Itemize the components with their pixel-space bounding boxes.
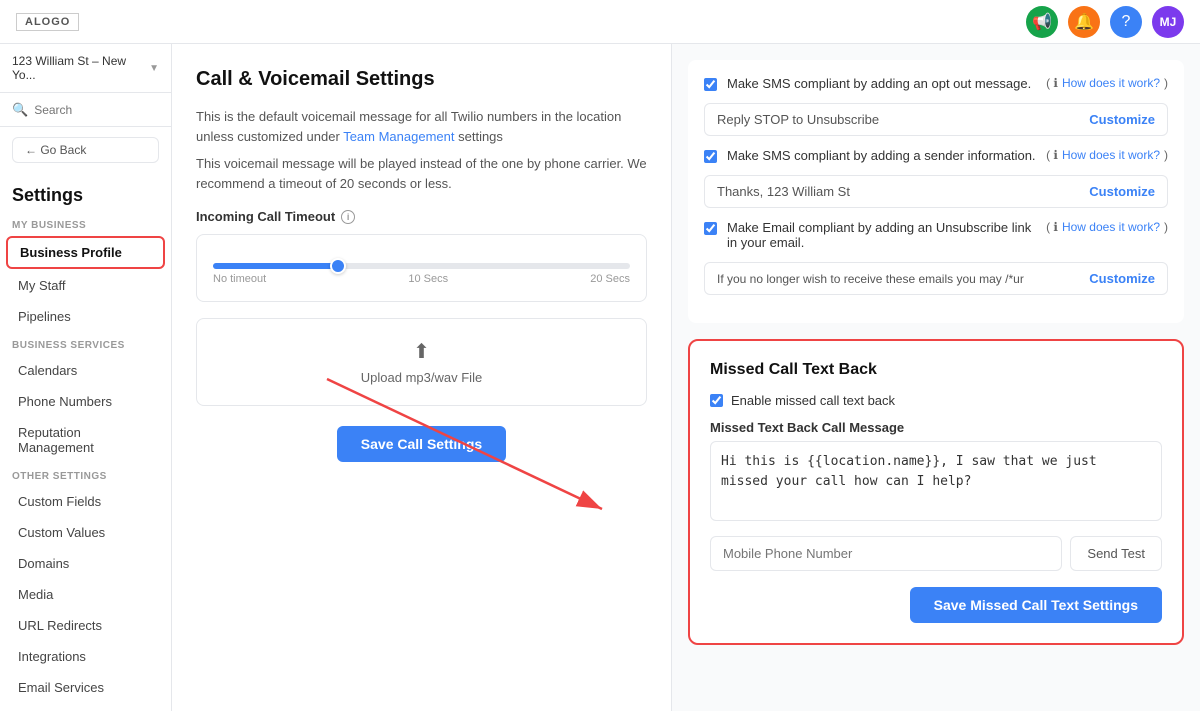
panel-desc-2: This voicemail message will be played in… — [196, 154, 647, 193]
sms-compliance-checkbox-1[interactable] — [704, 150, 717, 163]
sms-compliance-text-1: Make SMS compliant by adding a sender in… — [727, 148, 1036, 163]
sms-compliance-input-2[interactable] — [717, 272, 1089, 286]
sidebar-item-url-redirects[interactable]: URL Redirects — [6, 611, 165, 640]
how-does-it-work-link-1[interactable]: How does it work? — [1062, 148, 1160, 162]
sms-compliance-right-2: ( ℹ How does it work? ) — [1046, 220, 1168, 234]
customize-btn-2[interactable]: Customize — [1089, 271, 1155, 286]
settings-title: Settings — [0, 173, 171, 212]
search-icon: 🔍 — [12, 102, 28, 118]
sidebar-item-media[interactable]: Media — [6, 580, 165, 609]
sidebar-item-my-staff[interactable]: My Staff — [6, 271, 165, 300]
user-avatar[interactable]: MJ — [1152, 6, 1184, 38]
sidebar-item-email-services[interactable]: Email Services — [6, 673, 165, 702]
right-panel: Make SMS compliant by adding an opt out … — [672, 44, 1200, 711]
missed-call-enable-row: Enable missed call text back — [710, 393, 1162, 408]
send-test-button[interactable]: Send Test — [1070, 536, 1162, 571]
missed-call-message-label: Missed Text Back Call Message — [710, 420, 1162, 435]
topbar-icons: 📢 🔔 ? MJ — [1026, 6, 1184, 38]
missed-call-enable-label: Enable missed call text back — [731, 393, 895, 408]
timeout-thumb[interactable] — [330, 258, 346, 274]
sidebar: 123 William St – New Yo... ▼ 🔍 ⌘K ⚡ ← Go… — [0, 44, 172, 711]
save-missed-row: Save Missed Call Text Settings — [710, 587, 1162, 623]
save-call-settings-button[interactable]: Save Call Settings — [337, 426, 506, 462]
how-does-it-work-link-2[interactable]: How does it work? — [1062, 220, 1160, 234]
phone-test-row: Send Test — [710, 536, 1162, 571]
info-circle-icon-0: ( ℹ — [1046, 76, 1058, 90]
sidebar-item-reputation-management[interactable]: Reputation Management — [6, 418, 165, 462]
timeout-slider-container: No timeout 10 Secs 20 Secs — [196, 234, 647, 302]
sms-compliance-item-1: Make SMS compliant by adding a sender in… — [704, 148, 1168, 163]
help-icon[interactable]: ? — [1110, 6, 1142, 38]
team-management-link[interactable]: Team Management — [343, 129, 454, 144]
sidebar-item-phone-numbers[interactable]: Phone Numbers — [6, 387, 165, 416]
location-selector[interactable]: 123 William St – New Yo... ▼ — [0, 44, 171, 93]
sms-compliance-input-0[interactable] — [717, 112, 1089, 127]
sidebar-item-domains[interactable]: Domains — [6, 549, 165, 578]
panel-title: Call & Voicemail Settings — [196, 68, 647, 91]
sidebar-item-pipelines[interactable]: Pipelines — [6, 302, 165, 331]
missed-call-section: Missed Call Text Back Enable missed call… — [688, 339, 1184, 645]
megaphone-icon[interactable]: 📢 — [1026, 6, 1058, 38]
sms-compliance-item-0: Make SMS compliant by adding an opt out … — [704, 76, 1168, 91]
center-panel: Call & Voicemail Settings This is the de… — [172, 44, 672, 711]
save-missed-call-text-settings-button[interactable]: Save Missed Call Text Settings — [910, 587, 1162, 623]
missed-call-message-textarea[interactable]: Hi this is {{location.name}}, I saw that… — [710, 441, 1162, 521]
timeout-10-label: 10 Secs — [408, 273, 448, 285]
incoming-call-timeout-label: Incoming Call Timeout i — [196, 209, 647, 224]
upload-area[interactable]: ⬆ Upload mp3/wav File — [196, 318, 647, 406]
mobile-phone-number-input[interactable] — [710, 536, 1062, 571]
sms-compliance-input-row-2: Customize — [704, 262, 1168, 295]
how-does-it-work-link-0[interactable]: How does it work? — [1062, 76, 1160, 90]
search-input[interactable] — [34, 103, 172, 117]
bell-icon[interactable]: 🔔 — [1068, 6, 1100, 38]
sms-compliance-right-0: ( ℹ How does it work? ) — [1046, 76, 1168, 90]
sms-compliance-item-2: Make Email compliant by adding an Unsubs… — [704, 220, 1168, 250]
chevron-down-icon: ▼ — [149, 63, 159, 74]
missed-call-enable-checkbox[interactable] — [710, 394, 723, 407]
sidebar-item-conversation-providers[interactable]: Conversation Providers — [6, 704, 165, 711]
sidebar-item-integrations[interactable]: Integrations — [6, 642, 165, 671]
main-content: Call & Voicemail Settings This is the de… — [172, 44, 1200, 711]
layout: 123 William St – New Yo... ▼ 🔍 ⌘K ⚡ ← Go… — [0, 44, 1200, 711]
topbar: ALOGO 📢 🔔 ? MJ — [0, 0, 1200, 44]
logo: ALOGO — [16, 13, 79, 31]
missed-call-title: Missed Call Text Back — [710, 361, 1162, 379]
upload-label: Upload mp3/wav File — [361, 370, 482, 385]
sms-compliance-right-1: ( ℹ How does it work? ) — [1046, 148, 1168, 162]
location-name: 123 William St – New Yo... — [12, 54, 149, 82]
compliance-section: Make SMS compliant by adding an opt out … — [688, 60, 1184, 323]
timeout-labels: No timeout 10 Secs 20 Secs — [213, 273, 630, 285]
sms-compliance-checkbox-0[interactable] — [704, 78, 717, 91]
customize-btn-0[interactable]: Customize — [1089, 112, 1155, 127]
sms-compliance-input-row-0: Customize — [704, 103, 1168, 136]
business-services-section-label: BUSINESS SERVICES — [0, 332, 171, 355]
sms-compliance-input-1[interactable] — [717, 184, 1089, 199]
timeout-fill — [213, 263, 338, 269]
customize-btn-1[interactable]: Customize — [1089, 184, 1155, 199]
upload-icon: ⬆ — [217, 339, 626, 364]
sidebar-item-custom-values[interactable]: Custom Values — [6, 518, 165, 547]
info-icon: i — [341, 210, 355, 224]
go-back-button[interactable]: ← Go Back — [12, 137, 159, 163]
other-settings-section-label: OTHER SETTINGS — [0, 463, 171, 486]
panel-desc-1: This is the default voicemail message fo… — [196, 107, 647, 146]
sidebar-item-calendars[interactable]: Calendars — [6, 356, 165, 385]
timeout-no-label: No timeout — [213, 273, 266, 285]
sms-compliance-text-0: Make SMS compliant by adding an opt out … — [727, 76, 1036, 91]
sidebar-item-business-profile[interactable]: Business Profile — [6, 236, 165, 269]
sms-compliance-checkbox-2[interactable] — [704, 222, 717, 235]
sms-compliance-input-row-1: Customize — [704, 175, 1168, 208]
sidebar-item-custom-fields[interactable]: Custom Fields — [6, 487, 165, 516]
sms-compliance-text-2: Make Email compliant by adding an Unsubs… — [727, 220, 1036, 250]
search-bar: 🔍 ⌘K ⚡ — [0, 93, 171, 127]
timeout-20-label: 20 Secs — [590, 273, 630, 285]
my-business-section-label: MY BUSINESS — [0, 212, 171, 235]
timeout-track[interactable] — [213, 263, 630, 269]
